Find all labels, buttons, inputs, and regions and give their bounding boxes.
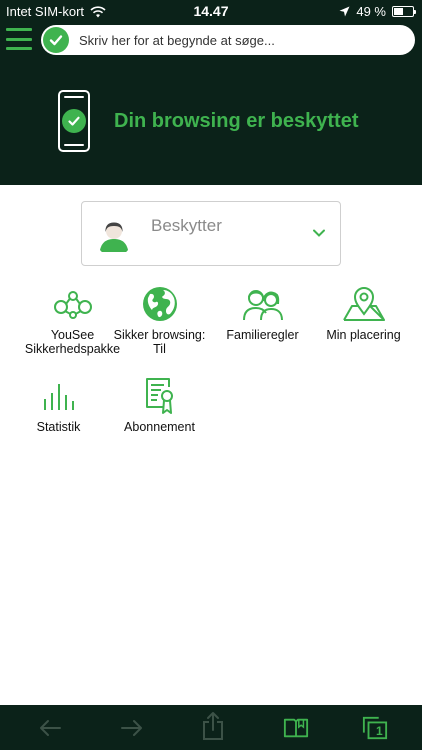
menu-label: Familieregler	[226, 328, 299, 342]
menu-label: Statistik	[36, 420, 81, 434]
menu-item-my-location[interactable]: Min placering	[316, 284, 411, 342]
family-icon	[242, 290, 283, 321]
subscription-certificate-icon	[145, 378, 173, 414]
search-bar[interactable]: Skriv her for at begynde at søge...	[41, 25, 415, 55]
hamburger-line	[6, 28, 32, 31]
profile-name: Beskytter	[151, 216, 222, 235]
share-icon	[203, 712, 223, 740]
avatar-icon	[96, 216, 132, 252]
menu-item-security-package[interactable]: YouSee Sikkerhedspakke	[25, 284, 120, 356]
menu-label: Abonnement	[124, 420, 195, 434]
menu-item-subscription[interactable]: Abonnement	[112, 376, 207, 434]
back-arrow-icon	[40, 720, 61, 736]
battery-percent: 49 %	[356, 4, 386, 19]
profile-selector[interactable]: Beskytter	[81, 201, 341, 266]
share-button[interactable]	[200, 712, 226, 740]
menu-item-family-rules[interactable]: Familieregler	[215, 284, 310, 342]
protected-check-icon	[43, 27, 69, 53]
chevron-down-icon[interactable]	[312, 228, 326, 238]
header-area: Intet SIM-kort 14.47 49 % Skriv her for …	[0, 0, 422, 185]
location-map-icon	[342, 287, 385, 321]
menu-label: Sikkerhedspakke	[24, 342, 121, 356]
phone-shield-icon	[58, 90, 90, 152]
protection-title: Din browsing er beskyttet	[114, 109, 359, 132]
status-bar: Intet SIM-kort 14.47 49 %	[0, 0, 422, 22]
menu-label: Til	[153, 342, 166, 356]
battery-fill	[394, 8, 403, 15]
bookmarks-button[interactable]	[283, 715, 309, 741]
browser-toolbar: 1	[0, 705, 422, 750]
tabs-button[interactable]: 1	[362, 715, 388, 741]
menu-label: Sikker browsing:	[113, 328, 206, 342]
globe-icon	[142, 287, 177, 321]
hamburger-line	[6, 37, 32, 41]
statistics-icon	[43, 384, 74, 410]
tabs-icon	[362, 716, 388, 740]
battery-icon	[392, 6, 416, 17]
forward-arrow-icon	[121, 720, 142, 736]
network-icon	[53, 291, 92, 319]
back-button[interactable]	[37, 715, 63, 741]
menu-hamburger-icon[interactable]	[6, 28, 32, 50]
menu-label: YouSee	[50, 328, 95, 342]
status-right-group: 49 %	[339, 4, 416, 19]
location-arrow-icon	[339, 6, 350, 17]
search-placeholder[interactable]: Skriv her for at begynde at søge...	[79, 33, 275, 48]
hamburger-line	[6, 47, 32, 50]
bookmarks-icon	[283, 718, 309, 738]
menu-item-safe-browsing[interactable]: Sikker browsing: Til	[112, 284, 207, 356]
protection-status: Din browsing er beskyttet	[58, 90, 359, 152]
tab-count: 1	[376, 724, 383, 738]
menu-label: Min placering	[326, 328, 401, 342]
forward-button[interactable]	[119, 715, 145, 741]
menu-item-statistics[interactable]: Statistik	[11, 376, 106, 434]
check-badge-icon	[62, 109, 86, 133]
